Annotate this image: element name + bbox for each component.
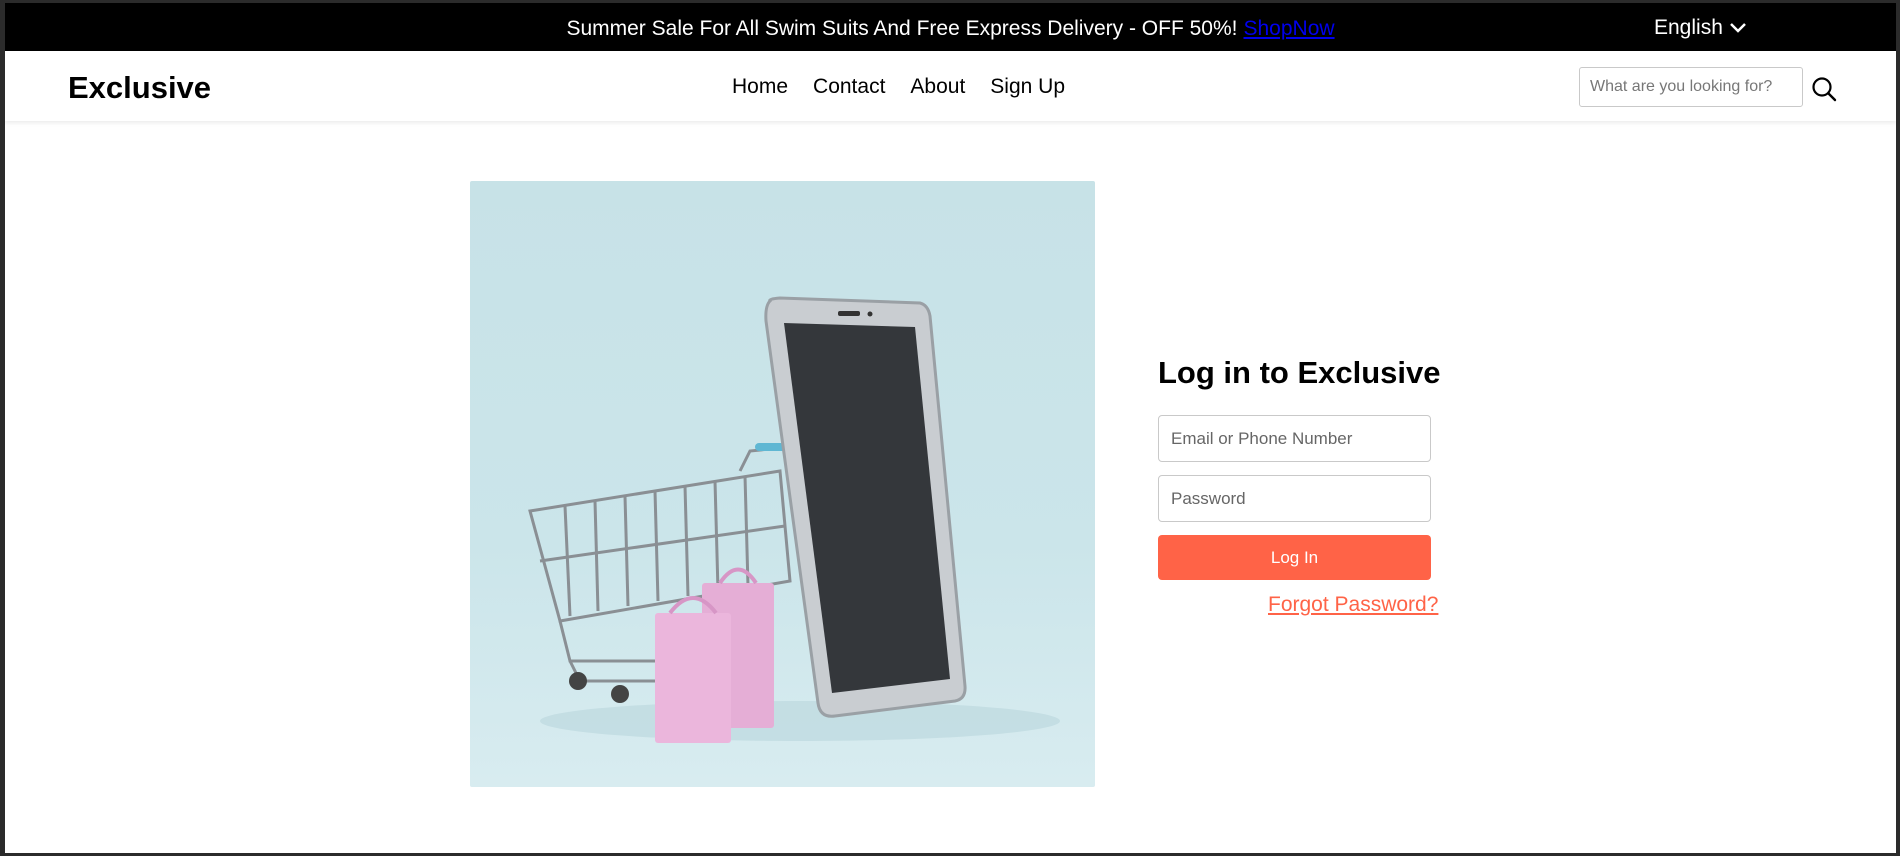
password-field[interactable]	[1158, 475, 1431, 522]
site-logo[interactable]: Exclusive	[68, 70, 211, 106]
main-nav: Home Contact About Sign Up	[732, 74, 1065, 100]
forgot-password-link[interactable]: Forgot Password?	[1268, 592, 1438, 618]
login-title: Log in to Exclusive	[1158, 355, 1441, 390]
announcement: Summer Sale For All Swim Suits And Free …	[5, 16, 1896, 42]
search-icon[interactable]	[1811, 76, 1837, 102]
shopping-illustration	[528, 296, 1060, 743]
main-header: Exclusive Home Contact About Sign Up	[5, 51, 1896, 121]
nav-about[interactable]: About	[910, 74, 965, 100]
language-label: English	[1654, 16, 1723, 39]
hero-image	[470, 181, 1095, 787]
search-input[interactable]	[1579, 67, 1803, 107]
nav-sign-up[interactable]: Sign Up	[990, 74, 1065, 100]
shop-now-link[interactable]: ShopNow	[1243, 17, 1334, 40]
chevron-down-icon	[1730, 23, 1746, 33]
login-button[interactable]: Log In	[1158, 535, 1431, 580]
smartphone	[764, 296, 967, 718]
nav-home[interactable]: Home	[732, 74, 788, 100]
browser-viewport: Summer Sale For All Swim Suits And Free …	[5, 3, 1896, 853]
announcement-bar: Summer Sale For All Swim Suits And Free …	[5, 3, 1896, 51]
announcement-text: Summer Sale For All Swim Suits And Free …	[566, 17, 1238, 40]
language-selector[interactable]: English	[1654, 15, 1747, 41]
shopping-bags	[655, 567, 774, 743]
email-field[interactable]	[1158, 415, 1431, 462]
nav-contact[interactable]: Contact	[813, 74, 885, 100]
